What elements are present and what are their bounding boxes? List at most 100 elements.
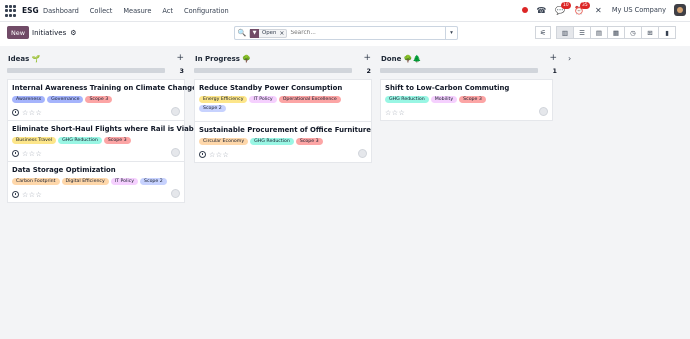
add-card-icon[interactable]: + (363, 53, 371, 63)
tag-badge: IT Policy (110, 178, 139, 185)
chevron-right-icon[interactable]: › (568, 54, 571, 63)
kanban-card[interactable]: Data Storage Optimization Carbon Footpri… (7, 162, 185, 203)
kanban-column-done: Done 🌳🌲 + 1 Shift to Low-Carbon Commutin… (380, 46, 558, 121)
search-icon: 🔍 (237, 29, 247, 37)
column-title[interactable]: Ideas 🌱 (8, 55, 40, 63)
card-title: Data Storage Optimization (12, 166, 116, 174)
assignee-avatar[interactable] (171, 189, 180, 198)
form-view-icon[interactable]: ▤ (590, 26, 608, 39)
tag-badge: Awareness (12, 96, 46, 103)
assignee-avatar[interactable] (171, 148, 180, 157)
kanban-card[interactable]: Internal Awareness Training on Climate C… (7, 79, 197, 121)
card-tags: Awareness Governance Scope 3 (12, 96, 180, 103)
status-dot-icon[interactable] (521, 7, 528, 13)
card-title: Internal Awareness Training on Climate C… (12, 84, 197, 92)
kanban-column-in-progress: In Progress 🌳 + 2 Reduce Standby Power C… (194, 46, 372, 163)
kanban-column-ideas: Ideas 🌱 + 3 Internal Awareness Training … (7, 46, 201, 203)
menu-act[interactable]: Act (162, 7, 173, 15)
page-title: Initiatives (32, 29, 67, 37)
search-bar: 🔍 ▼ Open × ▾ (234, 26, 458, 40)
card-title: Shift to Low-Carbon Commuting (385, 84, 510, 92)
card-tags: GHG Reduction Mobility Scope 3 (385, 96, 548, 103)
kanban-board: Ideas 🌱 + 3 Internal Awareness Training … (0, 46, 690, 339)
settings-toggle-icon[interactable]: ⚟ (535, 26, 551, 39)
column-count: 1 (552, 67, 557, 75)
activity-badge: 35 (579, 1, 590, 9)
activity-clock-icon[interactable]: ⏰ 35 (574, 1, 590, 16)
calendar-view-icon[interactable]: ▦ (607, 26, 625, 39)
column-title[interactable]: In Progress 🌳 (195, 55, 251, 63)
tag-badge: Scope 2 (199, 105, 226, 112)
debug-tools-icon[interactable]: ✕ (593, 5, 604, 16)
apps-menu-icon[interactable] (5, 5, 17, 17)
app-name[interactable]: ESG (22, 6, 39, 15)
filter-facet: ▼ Open × (249, 28, 288, 38)
tag-badge: Scope 2 (140, 178, 167, 185)
tag-badge: Energy Efficiency (199, 96, 248, 103)
menu-configuration[interactable]: Configuration (184, 7, 229, 15)
column-title[interactable]: Done 🌳🌲 (381, 55, 421, 63)
menu-measure[interactable]: Measure (123, 7, 151, 15)
new-button[interactable]: New (7, 26, 29, 39)
add-card-icon[interactable]: + (176, 53, 184, 63)
kanban-card[interactable]: Shift to Low-Carbon Commuting GHG Reduct… (380, 79, 553, 121)
column-count: 2 (366, 67, 371, 75)
phone-icon[interactable]: ☎ (536, 5, 547, 16)
assignee-avatar[interactable] (171, 107, 180, 116)
tag-badge: Circular Economy (199, 138, 249, 145)
tag-badge: Operational Excellence (278, 96, 341, 103)
gear-icon[interactable]: ⚙ (70, 29, 76, 37)
tag-badge: Digital Efficiency (61, 178, 109, 185)
chat-icon[interactable]: 💬 10 (555, 1, 571, 16)
activity-view-icon[interactable]: ◷ (624, 26, 642, 39)
navbar-systray: ☎ 💬 10 ⏰ 35 ✕ My US Company (521, 1, 686, 16)
top-navbar: ESG Dashboard Collect Measure Act Config… (0, 0, 690, 22)
add-card-icon[interactable]: + (549, 53, 557, 63)
graph-view-icon[interactable]: ▮ (658, 26, 676, 39)
column-progress-bar[interactable] (7, 68, 165, 73)
kanban-view-icon[interactable]: ▥ (556, 26, 574, 39)
column-cards: Internal Awareness Training on Climate C… (7, 79, 201, 203)
assignee-avatar[interactable] (539, 107, 548, 116)
menu-dashboard[interactable]: Dashboard (43, 7, 79, 15)
kanban-card[interactable]: Sustainable Procurement of Office Furnit… (194, 122, 372, 163)
priority-stars-icon[interactable]: ☆☆☆ (385, 109, 405, 117)
user-avatar[interactable] (674, 4, 686, 16)
column-count: 3 (179, 67, 184, 75)
priority-stars-icon[interactable]: ☆☆☆ (22, 109, 42, 117)
activity-clock-icon[interactable] (12, 109, 19, 116)
tag-badge: Scope 3 (103, 137, 131, 144)
tag-badge: GHG Reduction (250, 138, 294, 145)
priority-stars-icon[interactable]: ☆☆☆ (22, 191, 42, 199)
list-view-icon[interactable]: ☰ (573, 26, 591, 39)
tag-badge: Scope 3 (295, 138, 323, 145)
menu-collect[interactable]: Collect (90, 7, 113, 15)
priority-stars-icon[interactable]: ☆☆☆ (22, 150, 42, 158)
view-switcher: ▥ ☰ ▤ ▦ ◷ ⊞ ▮ (556, 26, 676, 39)
card-tags: Energy Efficiency IT Policy Operational Ex… (199, 96, 367, 112)
column-cards: Shift to Low-Carbon Commuting GHG Reduct… (380, 79, 553, 121)
search-options-toggle-icon[interactable]: ▾ (445, 27, 457, 39)
company-switcher[interactable]: My US Company (612, 6, 666, 14)
priority-stars-icon[interactable]: ☆☆☆ (209, 151, 229, 159)
kanban-card[interactable]: Eliminate Short-Haul Flights where Rail … (7, 121, 201, 162)
column-progress-bar[interactable] (380, 68, 538, 73)
kanban-card[interactable]: Reduce Standby Power Consumption Energy … (194, 79, 372, 122)
pivot-view-icon[interactable]: ⊞ (641, 26, 659, 39)
activity-clock-icon[interactable] (199, 151, 206, 158)
tag-badge: GHG Reduction (385, 96, 429, 103)
filter-facet-label: Open (262, 30, 277, 36)
column-progress-bar[interactable] (194, 68, 352, 73)
remove-facet-icon[interactable]: × (279, 30, 286, 37)
tag-badge: IT Policy (249, 96, 277, 103)
tag-badge: Scope 3 (85, 96, 113, 103)
activity-clock-icon[interactable] (12, 191, 19, 198)
tag-badge: Mobility (430, 96, 458, 103)
activity-clock-icon[interactable] (12, 150, 19, 157)
tag-badge: Governance (47, 96, 84, 103)
search-input[interactable] (290, 28, 445, 38)
assignee-avatar[interactable] (358, 149, 367, 158)
card-title: Reduce Standby Power Consumption (199, 84, 343, 92)
card-title: Eliminate Short-Haul Flights where Rail … (12, 125, 201, 133)
main-menu: Dashboard Collect Measure Act Configurat… (43, 7, 229, 15)
